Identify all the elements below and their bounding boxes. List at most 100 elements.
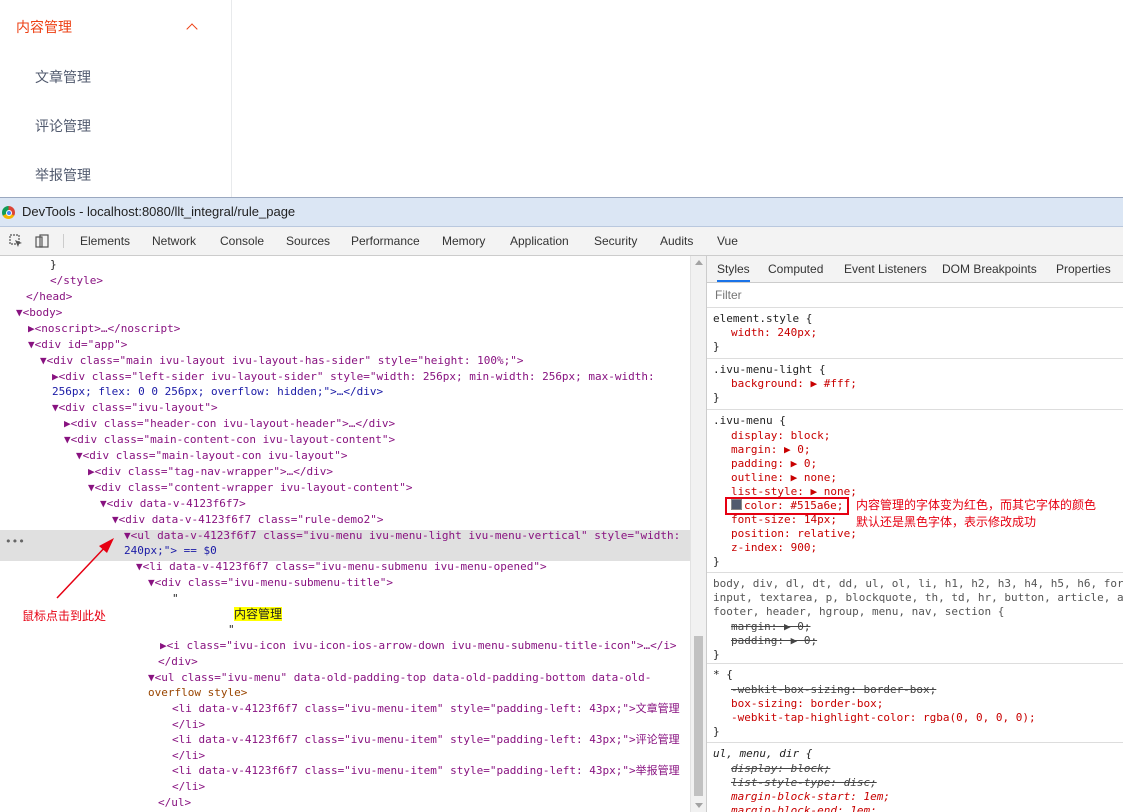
dom-line[interactable]: </div> <box>158 654 198 670</box>
dom-line[interactable]: overflow style> <box>148 685 247 701</box>
tab-elements[interactable]: Elements <box>80 227 130 255</box>
tab-properties[interactable]: Properties <box>1056 256 1111 282</box>
rule-selector[interactable]: input, textarea, p, blockquote, th, td, … <box>713 591 1123 605</box>
tab-application[interactable]: Application <box>510 227 569 255</box>
css-property[interactable]: padding: ▶ 0; <box>731 457 817 471</box>
dom-line-selected[interactable]: 240px;"> == $0 <box>124 543 217 559</box>
dom-line[interactable]: ▼<div class="main-layout-con ivu-layout"… <box>76 448 348 464</box>
tab-network[interactable]: Network <box>152 227 196 255</box>
dom-line[interactable]: <li data-v-4123f6f7 class="ivu-menu-item… <box>172 701 680 717</box>
css-property[interactable]: margin: ▶ 0; <box>731 443 810 457</box>
dom-line[interactable]: ▶<i class="ivu-icon ivu-icon-ios-arrow-d… <box>160 638 677 654</box>
inspect-element-icon[interactable] <box>9 234 23 248</box>
ellipsis-icon[interactable]: ••• <box>5 534 25 550</box>
css-property[interactable]: width: 240px; <box>731 326 817 340</box>
dom-line[interactable]: ▶<div class="tag-nav-wrapper">…</div> <box>88 464 333 480</box>
dom-line[interactable]: ▼<div class="main-content-con ivu-layout… <box>64 432 395 448</box>
dom-line[interactable]: ▼<div class="ivu-menu-submenu-title"> <box>148 575 393 591</box>
dom-line[interactable]: " <box>172 591 179 607</box>
tab-console[interactable]: Console <box>220 227 264 255</box>
dom-line[interactable]: ▼<div class="ivu-layout"> <box>52 400 218 416</box>
css-property[interactable]: position: relative; <box>731 527 857 541</box>
devtools-titlebar[interactable]: DevTools - localhost:8080/llt_integral/r… <box>0 198 1123 227</box>
rule-selector[interactable]: element.style { <box>713 312 812 326</box>
css-property-overridden[interactable]: -webkit-box-sizing: border-box; <box>731 683 936 697</box>
dom-line[interactable]: <li data-v-4123f6f7 class="ivu-menu-item… <box>172 732 680 748</box>
dom-line[interactable]: ▼<li data-v-4123f6f7 class="ivu-menu-sub… <box>136 559 547 575</box>
menu-item-comments[interactable]: 评论管理 <box>35 117 91 137</box>
submenu-title-label: 内容管理 <box>16 20 72 36</box>
tab-styles[interactable]: Styles <box>717 256 750 282</box>
dom-line[interactable]: ▶<div class="header-con ivu-layout-heade… <box>64 416 395 432</box>
dom-line[interactable]: </ul> <box>158 795 191 811</box>
dom-line[interactable]: </li> <box>172 748 205 764</box>
highlighted-text-node[interactable]: 内容管理 <box>234 607 283 621</box>
css-property[interactable]: outline: ▶ none; <box>731 471 837 485</box>
tab-memory[interactable]: Memory <box>442 227 485 255</box>
scroll-down-icon[interactable] <box>695 803 703 808</box>
dom-line[interactable]: ▼<div class="main ivu-layout ivu-layout-… <box>40 353 523 369</box>
menu-item-reports[interactable]: 举报管理 <box>35 166 91 186</box>
menu-item-articles[interactable]: 文章管理 <box>35 68 91 88</box>
styles-filter-input[interactable] <box>713 286 1017 304</box>
annotation-note: 内容管理的字体变为红色，而其它字体的颜色 <box>856 498 1097 512</box>
css-property-overridden[interactable]: display: block; <box>731 762 830 776</box>
dom-line[interactable]: </style> <box>50 273 103 289</box>
app-page: 内容管理 文章管理 评论管理 举报管理 <box>0 0 1123 197</box>
dom-line[interactable]: ▼<div id="app"> <box>28 337 127 353</box>
css-property[interactable]: font-size: 14px; <box>731 513 837 527</box>
dom-line[interactable]: </head> <box>26 289 72 305</box>
css-property[interactable]: display: block; <box>731 429 830 443</box>
tab-security[interactable]: Security <box>594 227 637 255</box>
rule-selector[interactable]: .ivu-menu-light { <box>713 363 826 377</box>
css-property-overridden[interactable]: margin: ▶ 0; <box>731 620 810 634</box>
annotation-note: 默认还是黑色字体，表示修改成功 <box>856 515 1037 529</box>
elements-scrollbar[interactable] <box>690 256 706 812</box>
rule-selector[interactable]: footer, header, hgroup, menu, nav, secti… <box>713 605 1004 619</box>
tab-event-listeners[interactable]: Event Listeners <box>844 256 927 282</box>
annotation-click-note: 鼠标点击到此处 <box>22 609 107 623</box>
rule-selector[interactable]: * { <box>713 668 733 682</box>
dom-line[interactable]: ▼<div data-v-4123f6f7 class="rule-demo2"… <box>112 512 384 528</box>
css-property-overridden[interactable]: list-style-type: disc; <box>731 776 877 790</box>
css-property[interactable]: -webkit-tap-highlight-color: rgba(0, 0, … <box>731 711 1036 725</box>
tab-performance[interactable]: Performance <box>351 227 420 255</box>
window-title: DevTools - localhost:8080/llt_integral/r… <box>22 204 296 219</box>
dom-line[interactable]: </li> <box>172 779 205 795</box>
css-property-overridden[interactable]: padding: ▶ 0; <box>731 634 817 648</box>
css-property[interactable]: background: ▶ #fff; <box>731 377 857 391</box>
dom-line[interactable]: ▶<div class="left-sider ivu-layout-sider… <box>52 369 655 385</box>
tab-audits[interactable]: Audits <box>660 227 693 255</box>
rule-selector[interactable]: body, div, dl, dt, dd, ul, ol, li, h1, h… <box>713 577 1123 591</box>
submenu-content-management[interactable]: 内容管理 <box>0 6 231 50</box>
elements-dom-tree[interactable]: ••• } </style> </head> ▼<body> ▶<noscrip… <box>0 256 690 812</box>
annotation-highlight-box <box>725 497 849 515</box>
dom-line[interactable]: 256px; flex: 0 0 256px; overflow: hidden… <box>52 384 383 400</box>
dom-line[interactable]: ▼<div class="content-wrapper ivu-layout-… <box>88 480 413 496</box>
dom-line[interactable]: ▼<ul class="ivu-menu" data-old-padding-t… <box>148 670 651 686</box>
tab-sources[interactable]: Sources <box>286 227 330 255</box>
scroll-thumb[interactable] <box>694 636 703 796</box>
dom-line[interactable]: ▶<noscript>…</noscript> <box>28 321 180 337</box>
scroll-up-icon[interactable] <box>695 260 703 265</box>
tab-computed[interactable]: Computed <box>768 256 823 282</box>
chevron-up-icon[interactable] <box>186 23 198 35</box>
rule-selector[interactable]: .ivu-menu { <box>713 414 786 428</box>
device-toolbar-icon[interactable] <box>35 234 49 248</box>
dom-line[interactable]: <li data-v-4123f6f7 class="ivu-menu-item… <box>172 763 680 779</box>
rule-selector[interactable]: ul, menu, dir { <box>713 747 812 761</box>
tab-vue[interactable]: Vue <box>717 227 738 255</box>
rule-reset: body, div, dl, dt, dd, ul, ol, li, h1, h… <box>707 573 1123 664</box>
css-property[interactable]: z-index: 900; <box>731 541 817 555</box>
rule-close: } <box>713 391 720 404</box>
dom-line[interactable]: " <box>228 622 235 638</box>
dom-line[interactable]: ▼<div data-v-4123f6f7> <box>100 496 246 512</box>
tab-dom-breakpoints[interactable]: DOM Breakpoints <box>942 256 1037 282</box>
dom-line[interactable]: </li> <box>172 717 205 733</box>
css-property[interactable]: margin-block-start: 1em; <box>731 790 890 804</box>
dom-line-selected[interactable]: ▼<ul data-v-4123f6f7 class="ivu-menu ivu… <box>124 528 680 544</box>
rule-ivu-menu-light: .ivu-menu-light { background: ▶ #fff; } <box>707 359 1123 410</box>
css-property[interactable]: box-sizing: border-box; <box>731 697 883 711</box>
dom-line[interactable]: } <box>50 257 57 273</box>
dom-line[interactable]: ▼<body> <box>16 305 62 321</box>
